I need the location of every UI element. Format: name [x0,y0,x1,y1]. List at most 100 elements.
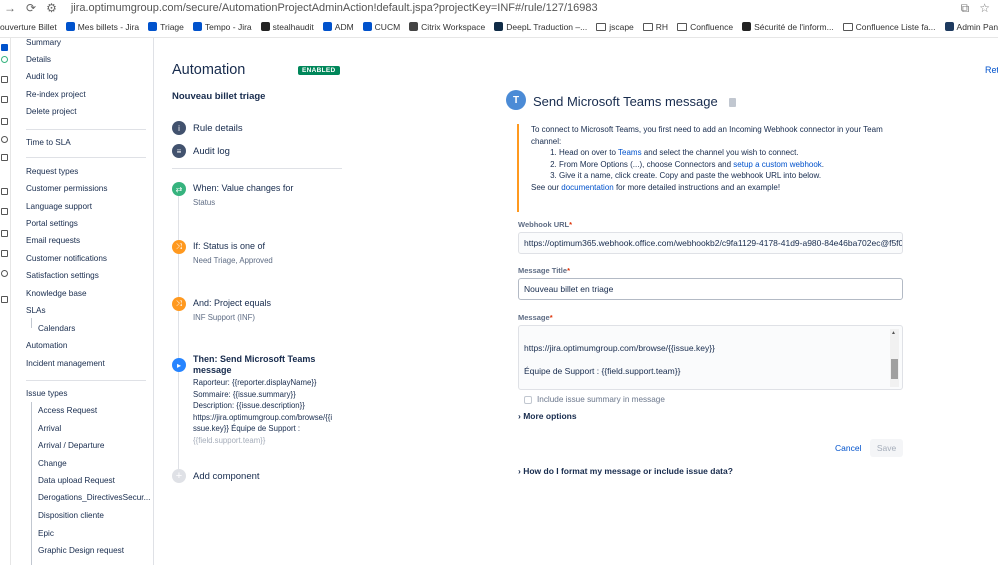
address-input[interactable]: jira.optimumgroup.com/secure/AutomationP… [71,2,598,14]
app-icon[interactable] [1,76,8,83]
panel-title: Send Microsoft Teams message [533,94,718,109]
app-icon[interactable] [1,136,8,143]
sidebar-tree-line [31,402,32,565]
sidebar-item-epic[interactable]: Epic [38,529,54,538]
checkbox-icon[interactable] [524,395,532,404]
message-textarea[interactable]: https://jira.optimumgroup.com/browse/{{i… [518,325,903,390]
include-summary-checkbox[interactable]: Include issue summary in message [524,395,665,404]
info-text: Give it a name, click create. Copy and p… [559,170,904,182]
bookmark-item[interactable]: Mes billets - Jira [65,22,139,32]
message-title-label: Message Title* [518,266,570,275]
rule-details-label: Rule details [193,122,243,134]
more-options-label: More options [523,411,577,421]
rule-details-link[interactable]: i Rule details [172,121,243,135]
return-link[interactable]: Ret [985,65,998,75]
bookmark-item[interactable]: DeepL Traduction –... [494,22,587,32]
documentation-link[interactable]: documentation [561,183,613,192]
bookmark-item[interactable]: ADM [322,21,354,32]
cancel-button[interactable]: Cancel [835,443,861,453]
add-component-button[interactable]: + Add component [172,469,260,483]
bookmark-item[interactable]: Confluence Liste fa... [842,22,936,32]
bookmark-item[interactable]: Confluence [677,22,733,32]
sidebar-item-arrival[interactable]: Arrival [38,424,61,433]
app-icon[interactable] [1,230,8,237]
info-text: See our [531,182,562,192]
sidebar-item-incident-management[interactable]: Incident management [26,359,105,368]
sidebar-item-disposition-cliente[interactable]: Disposition cliente [38,511,104,520]
info-panel: To connect to Microsoft Teams, you first… [517,124,904,212]
app-icon[interactable] [1,44,8,51]
sidebar-item-issue-types[interactable]: Issue types [26,389,67,398]
trash-icon[interactable] [729,98,736,107]
translate-icon[interactable]: ⧉ [961,1,970,16]
app-icon[interactable] [1,118,8,125]
sidebar-item-request-types[interactable]: Request types [26,167,78,176]
sidebar-item-time-to-sla[interactable]: Time to SLA [26,138,71,147]
sidebar-item-access-request[interactable]: Access Request [38,406,97,415]
sidebar-item-knowledge-base[interactable]: Knowledge base [26,289,87,298]
more-options-toggle[interactable]: › More options [518,411,577,421]
step-action-teams[interactable]: ▸ Then: Send Microsoft Teams message Rap… [172,354,344,446]
sidebar-item-calendars[interactable]: Calendars [38,324,75,333]
howto-toggle[interactable]: › How do I format my message or include … [518,466,733,476]
bookmark-item[interactable]: Triage [148,22,184,32]
message-title-input[interactable]: Nouveau billet en triage [518,278,903,300]
app-icon[interactable] [1,208,8,215]
info-text: for more detailed instructions and an ex… [613,182,781,192]
teams-link[interactable]: Teams [618,148,642,157]
star-icon[interactable]: ☆ [979,1,990,16]
sidebar-item-email-requests[interactable]: Email requests [26,236,80,245]
sidebar-item-graphic-design-request[interactable]: Graphic Design request [38,546,124,555]
bookmark-item[interactable]: Admin Panel | Code... [944,22,998,32]
audit-log-link[interactable]: ≡ Audit log [172,144,230,158]
app-icon[interactable] [1,250,8,257]
reload-icon[interactable]: ⟳ [26,1,36,15]
scroll-up-icon[interactable]: ▲ [891,330,896,336]
bookmark-item[interactable]: CUCM [362,22,400,32]
sidebar-item-portal-settings[interactable]: Portal settings [26,219,78,228]
sidebar-item-summary[interactable]: Summary [26,38,61,47]
bookmark-item[interactable]: RH [642,22,668,32]
app-icon[interactable] [1,154,8,161]
condition-icon: ⤨ [172,240,186,254]
step-title: Then: Send Microsoft Teams message [193,354,316,375]
app-icon[interactable] [1,56,8,63]
sidebar-item-audit-log[interactable]: Audit log [26,72,58,81]
bookmark-item[interactable]: Citrix Workspace [409,22,485,32]
info-text: From More Options (...), choose Connecto… [559,159,734,169]
app-icon[interactable] [1,96,8,103]
app-icon[interactable] [1,270,8,277]
custom-webhook-link[interactable]: setup a custom webhook [733,160,822,169]
sidebar-item-customer-notifications[interactable]: Customer notifications [26,254,107,263]
bookmark-item[interactable]: Sécurité de l'inform... [742,22,834,32]
sidebar-item-details[interactable]: Details [26,55,51,64]
app-icon[interactable] [1,296,8,303]
sidebar-item-derogations-directivessecur[interactable]: Derogations_DirectivesSecur... [38,493,150,502]
sidebar-item-re-index-project[interactable]: Re-index project [26,90,86,99]
forward-icon[interactable]: → [4,1,16,15]
site-info-icon[interactable]: ⚙ [46,1,57,15]
info-text: and select the channel you wish to conne… [641,148,799,157]
save-button[interactable]: Save [870,439,903,457]
bookmark-icon [944,22,954,31]
app-icon[interactable] [1,188,8,195]
bookmark-item[interactable]: stealhaudit [260,22,314,32]
sidebar-item-language-support[interactable]: Language support [26,202,92,211]
bookmark-item[interactable]: Tempo - Jira [192,22,252,32]
sidebar-item-arrival-departure[interactable]: Arrival / Departure [38,441,104,450]
scrollbar-thumb[interactable] [891,359,898,379]
sidebar-item-satisfaction-settings[interactable]: Satisfaction settings [26,271,99,280]
bookmark-icon [742,22,752,31]
sidebar-item-customer-permissions[interactable]: Customer permissions [26,184,107,193]
sidebar-item-slas[interactable]: SLAs [26,306,46,315]
sidebar-item-automation[interactable]: Automation [26,341,67,350]
preview-line: Raporteur: {{reporter.displayName}} [193,378,317,387]
sidebar-item-data-upload-request[interactable]: Data upload Request [38,476,115,485]
sidebar-item-change[interactable]: Change [38,459,67,468]
bookmark-item[interactable]: jscape [596,22,634,32]
bookmark-item[interactable]: ouverture Billet [0,22,57,32]
sidebar-item-delete-project[interactable]: Delete project [26,107,77,116]
bookmark-label: ADM [334,21,354,32]
textarea-scrollbar[interactable]: ▲ [890,329,899,387]
webhook-url-input[interactable]: https://optimum365.webhook.office.com/we… [518,232,903,254]
